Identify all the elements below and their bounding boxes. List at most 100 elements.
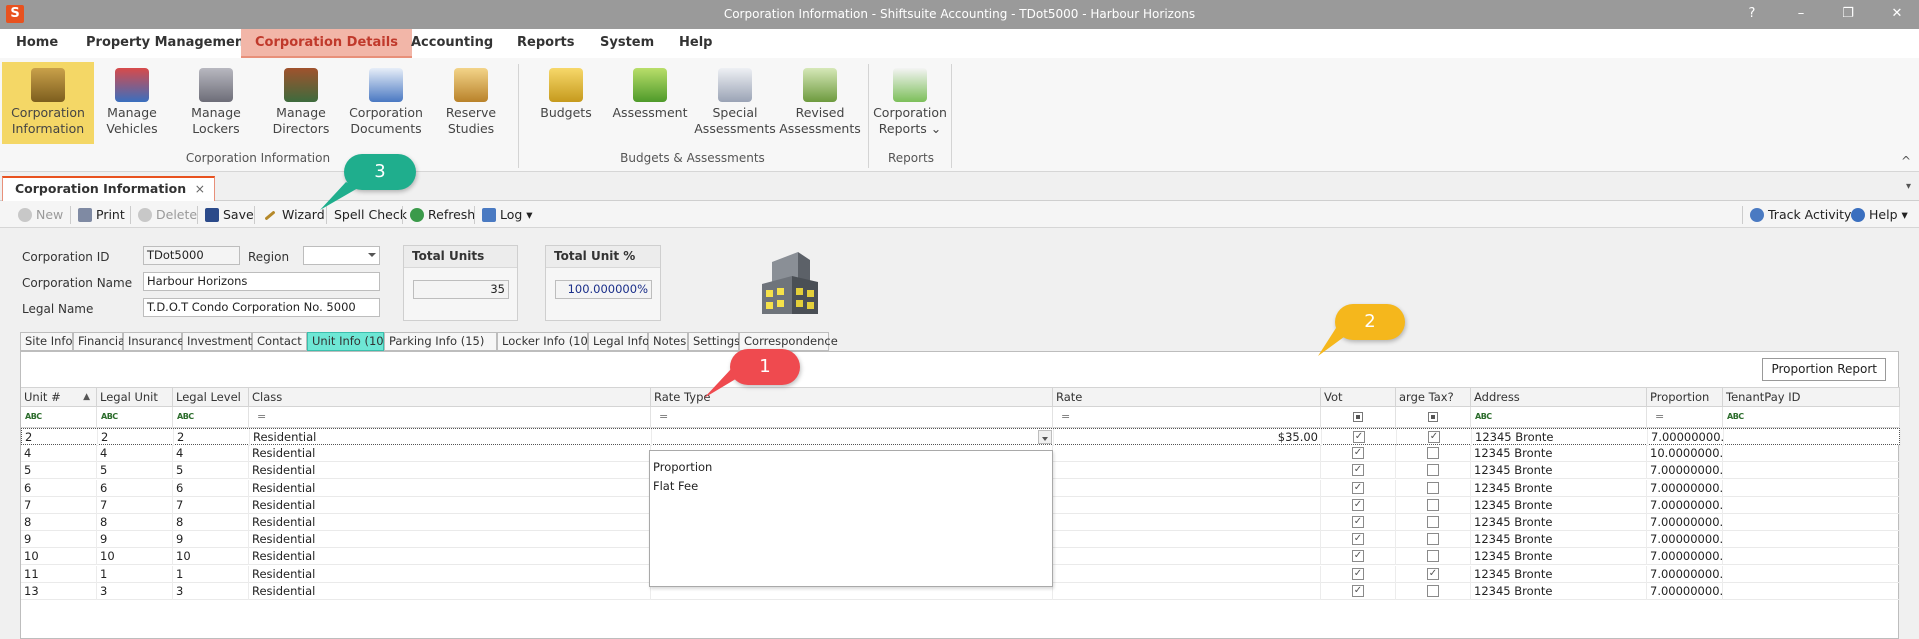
filter-legal-unit[interactable]: ABC [97, 407, 173, 428]
cell-class[interactable]: Residential [249, 496, 651, 514]
checked-checkbox[interactable]: ✓ [1352, 447, 1364, 460]
new-button[interactable]: New [16, 205, 63, 225]
checked-checkbox[interactable]: ✓ [1352, 498, 1364, 511]
cell-legal-level[interactable]: 3 [173, 582, 249, 600]
cell-address[interactable]: 12345 Bronte [1471, 582, 1647, 600]
close-window-icon[interactable]: ✕ [1882, 4, 1912, 24]
corporation-documents-button[interactable]: Corporation Documents [340, 62, 432, 144]
cell-legal-level[interactable]: 10 [173, 548, 249, 566]
checked-checkbox[interactable]: ✓ [1352, 584, 1364, 597]
option-flat-fee[interactable]: Flat Fee [653, 477, 698, 495]
checkbox[interactable] [1427, 481, 1439, 494]
option-proportion[interactable]: Proportion [653, 458, 712, 476]
tab-unit-info[interactable]: Unit Info (10) [307, 332, 388, 351]
cell-legal-level[interactable]: 2 [174, 429, 250, 446]
manage-directors-button[interactable]: Manage Directors [255, 62, 347, 144]
tab-site-info[interactable]: Site Info [20, 332, 73, 351]
cell-tenantpay[interactable] [1724, 429, 1901, 446]
collapse-ribbon-icon[interactable]: ^ [1901, 154, 1911, 168]
cell-tax[interactable] [1396, 531, 1471, 549]
cell-unit[interactable]: 5 [21, 462, 97, 480]
cell-rate[interactable]: $35.00 [1054, 429, 1322, 446]
cell-legal-level[interactable]: 8 [173, 514, 249, 531]
cell-legal-level[interactable]: 7 [173, 496, 249, 514]
cell-proportion[interactable]: 7.00000000... [1647, 565, 1723, 583]
filter-rate[interactable]: = [1053, 407, 1321, 428]
cell-proportion[interactable]: 7.00000000... [1648, 429, 1724, 446]
tab-insurance[interactable]: Insurance [123, 332, 184, 351]
cell-address[interactable]: 12345 Bronte [1471, 496, 1647, 514]
budgets-button[interactable]: Budgets [520, 62, 612, 144]
cell-legal-unit[interactable]: 7 [97, 496, 173, 514]
cell-unit[interactable]: 4 [21, 445, 97, 463]
cell-legal-unit[interactable]: 6 [97, 479, 173, 497]
region-select[interactable] [303, 246, 380, 265]
cell-legal-level[interactable]: 6 [173, 479, 249, 497]
column-header-legal-level[interactable]: Legal Level [173, 387, 249, 407]
cell-address[interactable]: 12345 Bronte [1471, 531, 1647, 549]
cell-tax[interactable] [1396, 445, 1471, 463]
restore-icon[interactable]: ❐ [1833, 4, 1863, 24]
cell-tax[interactable] [1396, 582, 1471, 600]
cell-legal-unit[interactable]: 10 [97, 548, 173, 566]
cell-rate[interactable] [1053, 462, 1321, 480]
column-header-legal-unit[interactable]: Legal Unit [97, 387, 173, 407]
cell-proportion[interactable]: 7.00000000... [1647, 496, 1723, 514]
cell-vote[interactable]: ✓ [1321, 582, 1396, 600]
cell-class[interactable]: Residential [249, 565, 651, 583]
column-header-tenantpay-id[interactable]: TenantPay ID [1723, 387, 1900, 407]
column-header-address[interactable]: Address [1471, 387, 1647, 407]
cell-address[interactable]: 12345 Bronte [1471, 445, 1647, 463]
cell-unit[interactable]: 7 [21, 496, 97, 514]
cell-legal-unit[interactable]: 2 [98, 429, 174, 446]
cell-legal-unit[interactable]: 4 [97, 445, 173, 463]
menu-corporation-details[interactable]: Corporation Details [241, 29, 412, 58]
cell-address[interactable]: 12345 Bronte [1471, 462, 1647, 480]
filter-rate-type[interactable]: = [651, 407, 1053, 428]
refresh-button[interactable]: Refresh [408, 205, 475, 225]
cell-vote[interactable]: ✓ [1321, 496, 1396, 514]
assessment-button[interactable]: Assessment [604, 62, 696, 144]
cell-rate[interactable] [1053, 548, 1321, 566]
cell-address[interactable]: 12345 Bronte [1471, 479, 1647, 497]
cell-rate[interactable] [1053, 496, 1321, 514]
filter-legal-level[interactable]: ABC [173, 407, 249, 428]
document-tab-corporation-information[interactable]: Corporation Information × [2, 176, 216, 201]
column-header-vote[interactable]: Vot [1321, 387, 1396, 407]
checkbox[interactable] [1427, 464, 1439, 477]
checkbox[interactable] [1427, 447, 1439, 460]
checkbox[interactable] [1427, 550, 1439, 563]
reserve-studies-button[interactable]: Reserve Studies [425, 62, 517, 144]
menu-accounting[interactable]: Accounting [397, 29, 507, 58]
tab-parking-info[interactable]: Parking Info (15) [384, 332, 497, 351]
cell-proportion[interactable]: 7.00000000... [1647, 479, 1723, 497]
cell-rate[interactable] [1053, 531, 1321, 549]
checked-checkbox[interactable]: ✓ [1352, 464, 1364, 477]
corporation-name-field[interactable]: Harbour Horizons [143, 272, 380, 291]
cell-legal-level[interactable]: 1 [173, 565, 249, 583]
table-row[interactable]: 2 2 2 Residential $35.00 ✓ ✓ 12345 Bronte 7.0000… [21, 428, 1901, 446]
revised-assessments-button[interactable]: Revised Assessments [774, 62, 866, 144]
rate-type-dropdown-button[interactable] [1038, 430, 1052, 444]
cell-tenantpay[interactable] [1723, 496, 1900, 514]
manage-vehicles-button[interactable]: Manage Vehicles [86, 62, 178, 144]
checked-checkbox[interactable]: ✓ [1352, 516, 1364, 528]
tab-notes[interactable]: Notes [648, 332, 688, 351]
cell-address[interactable]: 12345 Bronte [1472, 429, 1648, 446]
cell-class[interactable]: Residential [249, 582, 651, 600]
cell-class[interactable]: Residential [249, 445, 651, 463]
cell-class[interactable]: Residential [249, 548, 651, 566]
checked-checkbox[interactable]: ✓ [1352, 567, 1364, 580]
track-activity-button[interactable]: Track Activity [1748, 205, 1851, 225]
column-header-charge-tax[interactable]: arge Tax? [1396, 387, 1471, 407]
cell-legal-unit[interactable]: 9 [97, 531, 173, 549]
cell-legal-level[interactable]: 9 [173, 531, 249, 549]
cell-tax[interactable] [1396, 514, 1471, 531]
cell-tenantpay[interactable] [1723, 582, 1900, 600]
tab-locker-info[interactable]: Locker Info (10) [497, 332, 592, 351]
print-button[interactable]: Print [76, 205, 125, 225]
cell-tenantpay[interactable] [1723, 445, 1900, 463]
cell-tax[interactable]: ✓ [1397, 429, 1472, 446]
menu-help[interactable]: Help [665, 29, 726, 58]
cell-vote[interactable]: ✓ [1321, 445, 1396, 463]
